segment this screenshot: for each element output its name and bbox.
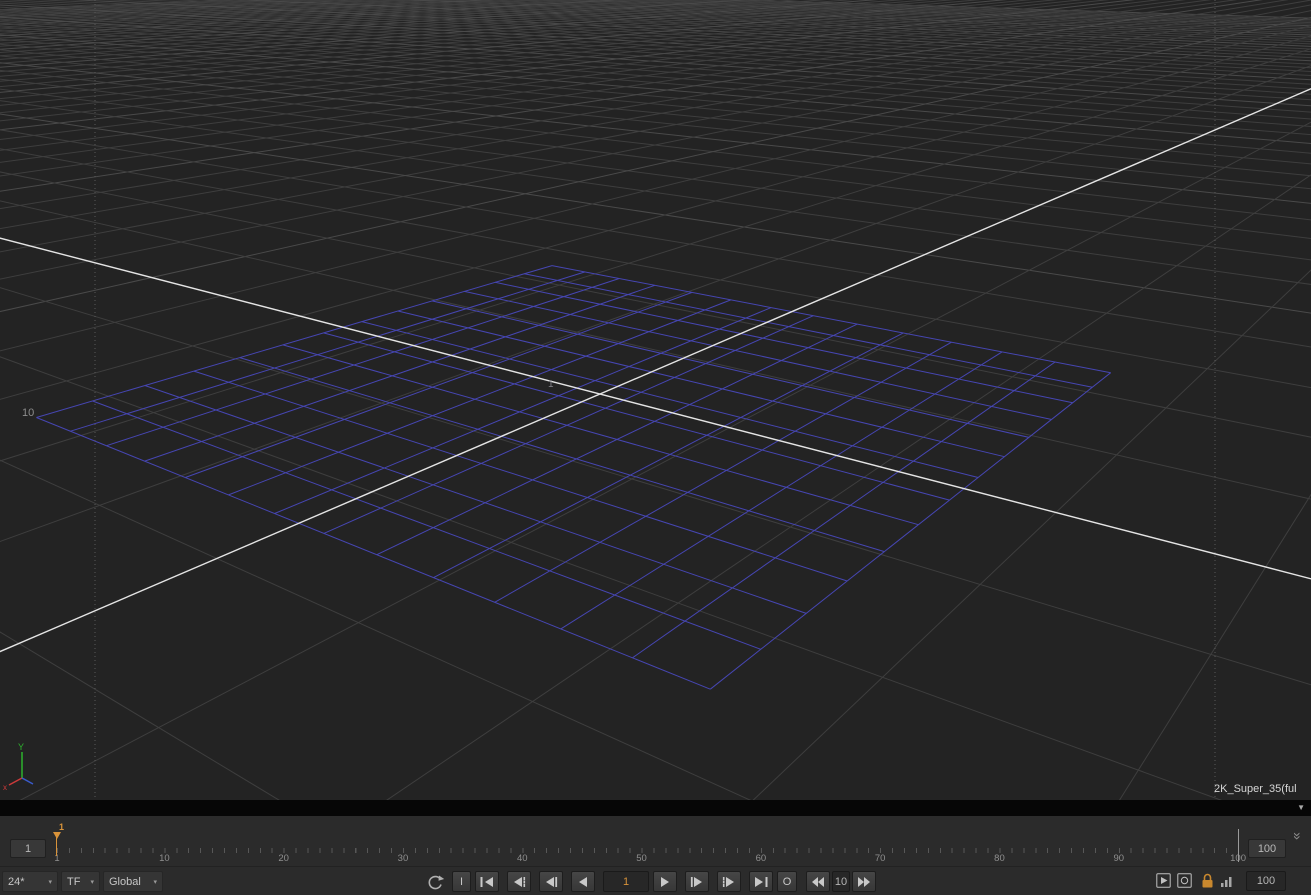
frame-tick-label: 10: [159, 853, 170, 864]
gizmo-y-label: Y: [18, 742, 24, 752]
fps-value: 24*: [8, 876, 25, 888]
next-keyframe-button[interactable]: [717, 871, 741, 892]
playbar-toolbar: 24* ▾ TF ▾ Global ▾ I: [0, 866, 1311, 895]
jump-forward-increment-button[interactable]: [852, 871, 876, 892]
frame-tick-label: 40: [517, 853, 528, 864]
fps-combo[interactable]: 24* ▾: [2, 871, 58, 892]
frame-tick-label: 70: [875, 853, 886, 864]
stop-button[interactable]: O: [777, 871, 797, 892]
performance-stats-icon[interactable]: [1220, 873, 1235, 888]
play-reverse-button[interactable]: [571, 871, 595, 892]
frame-tick-label: 50: [636, 853, 647, 864]
stowbar[interactable]: ▼: [0, 800, 1311, 816]
chevron-down-icon: ▾: [48, 878, 52, 886]
jump-to-end-button[interactable]: [749, 871, 773, 892]
frame-tick-label: 20: [278, 853, 289, 864]
playhead-frame-label: 1: [59, 822, 64, 832]
frame-tick-label: 80: [994, 853, 1005, 864]
play-button[interactable]: [653, 871, 677, 892]
integer-frames-button[interactable]: I: [452, 871, 471, 892]
step-forward-frame-button[interactable]: [685, 871, 709, 892]
timeline-ticks[interactable]: [57, 848, 1239, 853]
perspective-grid: [0, 0, 1311, 800]
frame-tick-label: 90: [1113, 853, 1124, 864]
stowbar-collapse-icon[interactable]: ▼: [1297, 804, 1305, 812]
step-back-frame-button[interactable]: [539, 871, 563, 892]
gizmo-x-label: x: [3, 783, 7, 792]
range-end-marker: [1238, 829, 1239, 862]
current-frame-input[interactable]: 1: [603, 871, 649, 892]
scene-viewport[interactable]: 10 1 Y x 2K_Super_35(ful: [0, 0, 1311, 800]
lock-icon[interactable]: [1201, 872, 1214, 889]
playhead-line: [56, 834, 57, 856]
scope-combo[interactable]: Global ▾: [103, 871, 163, 892]
frame-tick-label: 30: [398, 853, 409, 864]
playbar-timeline: 1 1102030405060708090100 1 100 »: [0, 816, 1311, 866]
range-start-input[interactable]: 1: [10, 839, 46, 858]
jump-back-increment-button[interactable]: [806, 871, 830, 892]
chevron-down-icon: ▾: [90, 878, 94, 886]
global-range-end-input[interactable]: 100: [1246, 871, 1286, 891]
frame-increment-input[interactable]: 10: [832, 871, 850, 892]
axis-orientation-gizmo: Y x: [2, 738, 48, 792]
playhead-marker-icon: [53, 832, 61, 839]
jump-to-start-button[interactable]: [475, 871, 499, 892]
camera-resolution-label: 2K_Super_35(ful: [1214, 783, 1297, 795]
scope-value: Global: [109, 876, 141, 888]
range-end-input[interactable]: 100: [1248, 839, 1286, 858]
play-marker-toggle-icon[interactable]: [1156, 873, 1171, 888]
frame-tick-label: 60: [756, 853, 767, 864]
chevron-down-icon: ▾: [153, 878, 157, 886]
playbar-options-icon[interactable]: »: [1291, 832, 1305, 840]
record-marker-toggle-icon[interactable]: [1177, 873, 1192, 888]
previous-keyframe-button[interactable]: [507, 871, 531, 892]
tf-value: TF: [67, 876, 80, 888]
tf-combo[interactable]: TF ▾: [61, 871, 100, 892]
loop-mode-icon[interactable]: [424, 873, 446, 890]
houdini-window: 10 1 Y x 2K_Super_35(ful ▼ 1 1 10 20 30 40 50…: [0, 0, 1311, 895]
